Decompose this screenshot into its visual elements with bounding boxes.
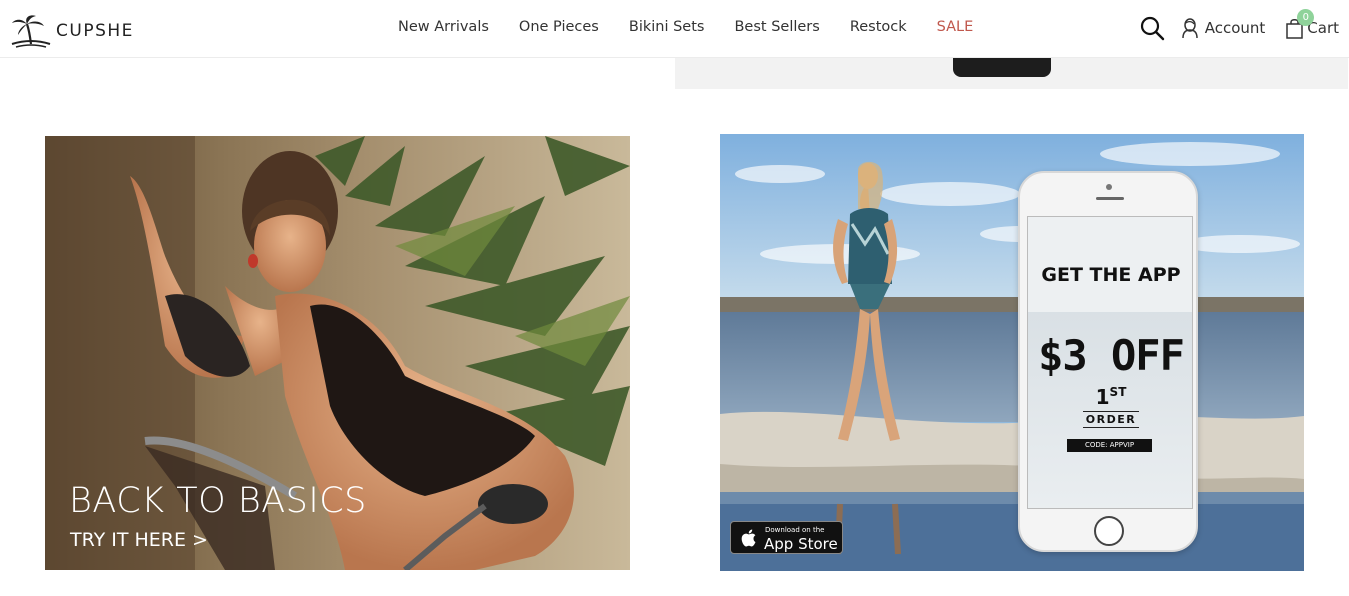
first-number: 1 — [1095, 385, 1110, 409]
appstore-small-text: Download on the — [765, 526, 825, 534]
top-banner-partial[interactable] — [675, 58, 1348, 89]
nav-bikini-sets[interactable]: Bikini Sets — [629, 19, 705, 35]
phone-speaker — [1096, 197, 1124, 200]
get-the-app-title: GET THE APP — [1041, 264, 1181, 286]
order-label: ORDER — [1083, 411, 1139, 428]
phone-screen: GET THE APP $3 OFF 1ST ORDER CODE: APPVI… — [1027, 216, 1193, 509]
app-store-badge[interactable]: Download on the App Store — [730, 521, 843, 554]
first-order-number: 1ST — [1028, 385, 1192, 409]
product-image-partial — [953, 58, 1051, 77]
phone-home-button — [1094, 516, 1124, 546]
search-icon[interactable] — [1139, 15, 1165, 41]
logo-text: CUPSHE — [56, 21, 134, 41]
nav-best-sellers[interactable]: Best Sellers — [734, 19, 819, 35]
beach-photo — [720, 134, 1304, 571]
palm-logo-icon — [11, 15, 51, 48]
account-label: Account — [1204, 19, 1266, 37]
phone-mockup: GET THE APP $3 OFF 1ST ORDER CODE: APPVI… — [1018, 171, 1198, 552]
nav-one-pieces[interactable]: One Pieces — [519, 19, 599, 35]
promo-headline: BACK TO BASICS — [69, 481, 367, 521]
cart-link[interactable]: 0 Cart — [1285, 9, 1339, 39]
nav-restock[interactable]: Restock — [850, 19, 907, 35]
get-the-app-banner[interactable]: GET THE APP $3 OFF 1ST ORDER CODE: APPVI… — [720, 134, 1304, 571]
back-to-basics-banner[interactable]: BACK TO BASICS TRY IT HERE > — [45, 136, 630, 570]
phone-camera — [1106, 184, 1112, 190]
header-utilities: Account 0 Cart — [1139, 9, 1339, 41]
main-nav: New Arrivals One Pieces Bikini Sets Best… — [383, 19, 988, 35]
user-icon — [1181, 18, 1198, 39]
promo-code-badge: CODE: APPVIP — [1067, 439, 1152, 452]
first-suffix: ST — [1109, 385, 1127, 399]
nav-new-arrivals[interactable]: New Arrivals — [398, 19, 489, 35]
appstore-big-text: App Store — [764, 535, 838, 553]
try-it-here-link[interactable]: TRY IT HERE > — [70, 529, 208, 551]
nav-sale[interactable]: SALE — [937, 19, 974, 35]
site-logo[interactable]: CUPSHE — [10, 14, 134, 48]
discount-text: $3 OFF — [1038, 331, 1185, 380]
site-header: CUPSHE New Arrivals One Pieces Bikini Se… — [0, 0, 1349, 58]
account-link[interactable]: Account — [1181, 17, 1266, 39]
apple-icon — [741, 529, 756, 547]
